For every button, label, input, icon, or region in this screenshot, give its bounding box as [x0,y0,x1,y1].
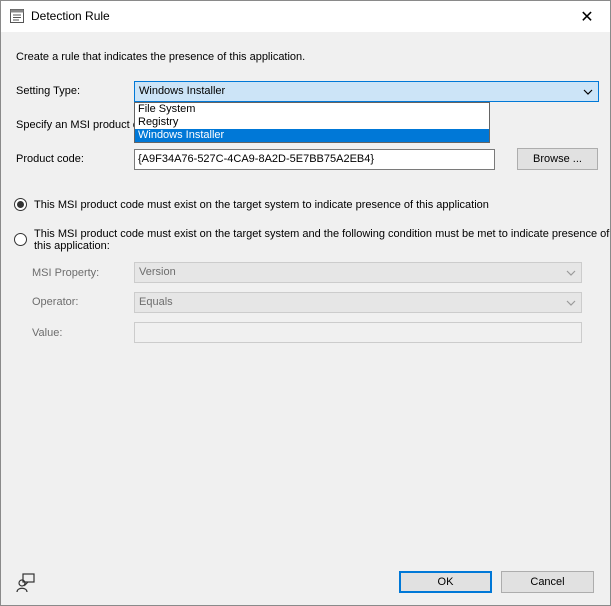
msi-property-value: Version [139,266,176,278]
close-button[interactable]: ✕ [564,1,610,32]
feedback-icon[interactable] [16,573,36,593]
product-code-input[interactable]: {A9F34A76-527C-4CA9-8A2D-5E7BB75A2EB4} [134,149,495,170]
detection-rule-dialog: Detection Rule ✕ Create a rule that indi… [0,0,611,606]
radio-condition-label-line2: this application: [34,240,110,252]
ok-button[interactable]: OK [399,571,492,593]
msi-property-select[interactable]: Version [134,262,582,283]
radio-condition[interactable] [14,233,27,246]
close-icon: ✕ [580,8,594,26]
operator-value: Equals [139,296,173,308]
operator-select[interactable]: Equals [134,292,582,313]
option-windows-installer[interactable]: Windows Installer [135,129,489,142]
option-file-system[interactable]: File System [135,103,489,116]
radio-exists[interactable] [14,198,27,211]
option-registry[interactable]: Registry [135,116,489,129]
browse-button[interactable]: Browse ... [517,148,598,170]
setting-type-value: Windows Installer [139,85,226,97]
dialog-icon [10,9,24,23]
window-title: Detection Rule [31,9,110,23]
setting-type-select[interactable]: Windows Installer [134,81,599,102]
value-label: Value: [32,327,63,339]
cancel-button[interactable]: Cancel [501,571,594,593]
chevron-down-icon [566,300,576,306]
setting-type-dropdown-list: File System Registry Windows Installer [134,102,490,143]
setting-type-label: Setting Type: [16,85,81,97]
radio-condition-label-line1: This MSI product code must exist on the … [34,228,610,240]
intro-text: Create a rule that indicates the presenc… [16,51,306,63]
msi-property-label: MSI Property: [32,267,100,279]
specify-text: Specify an MSI product c [16,119,139,131]
product-code-label: Product code: [16,153,84,165]
chevron-down-icon [583,89,593,95]
operator-label: Operator: [32,296,79,308]
radio-exists-label: This MSI product code must exist on the … [34,199,489,211]
title-bar: Detection Rule ✕ [1,1,610,32]
chevron-down-icon [566,270,576,276]
value-input[interactable] [134,322,582,343]
product-code-value: {A9F34A76-527C-4CA9-8A2D-5E7BB75A2EB4} [138,153,375,165]
